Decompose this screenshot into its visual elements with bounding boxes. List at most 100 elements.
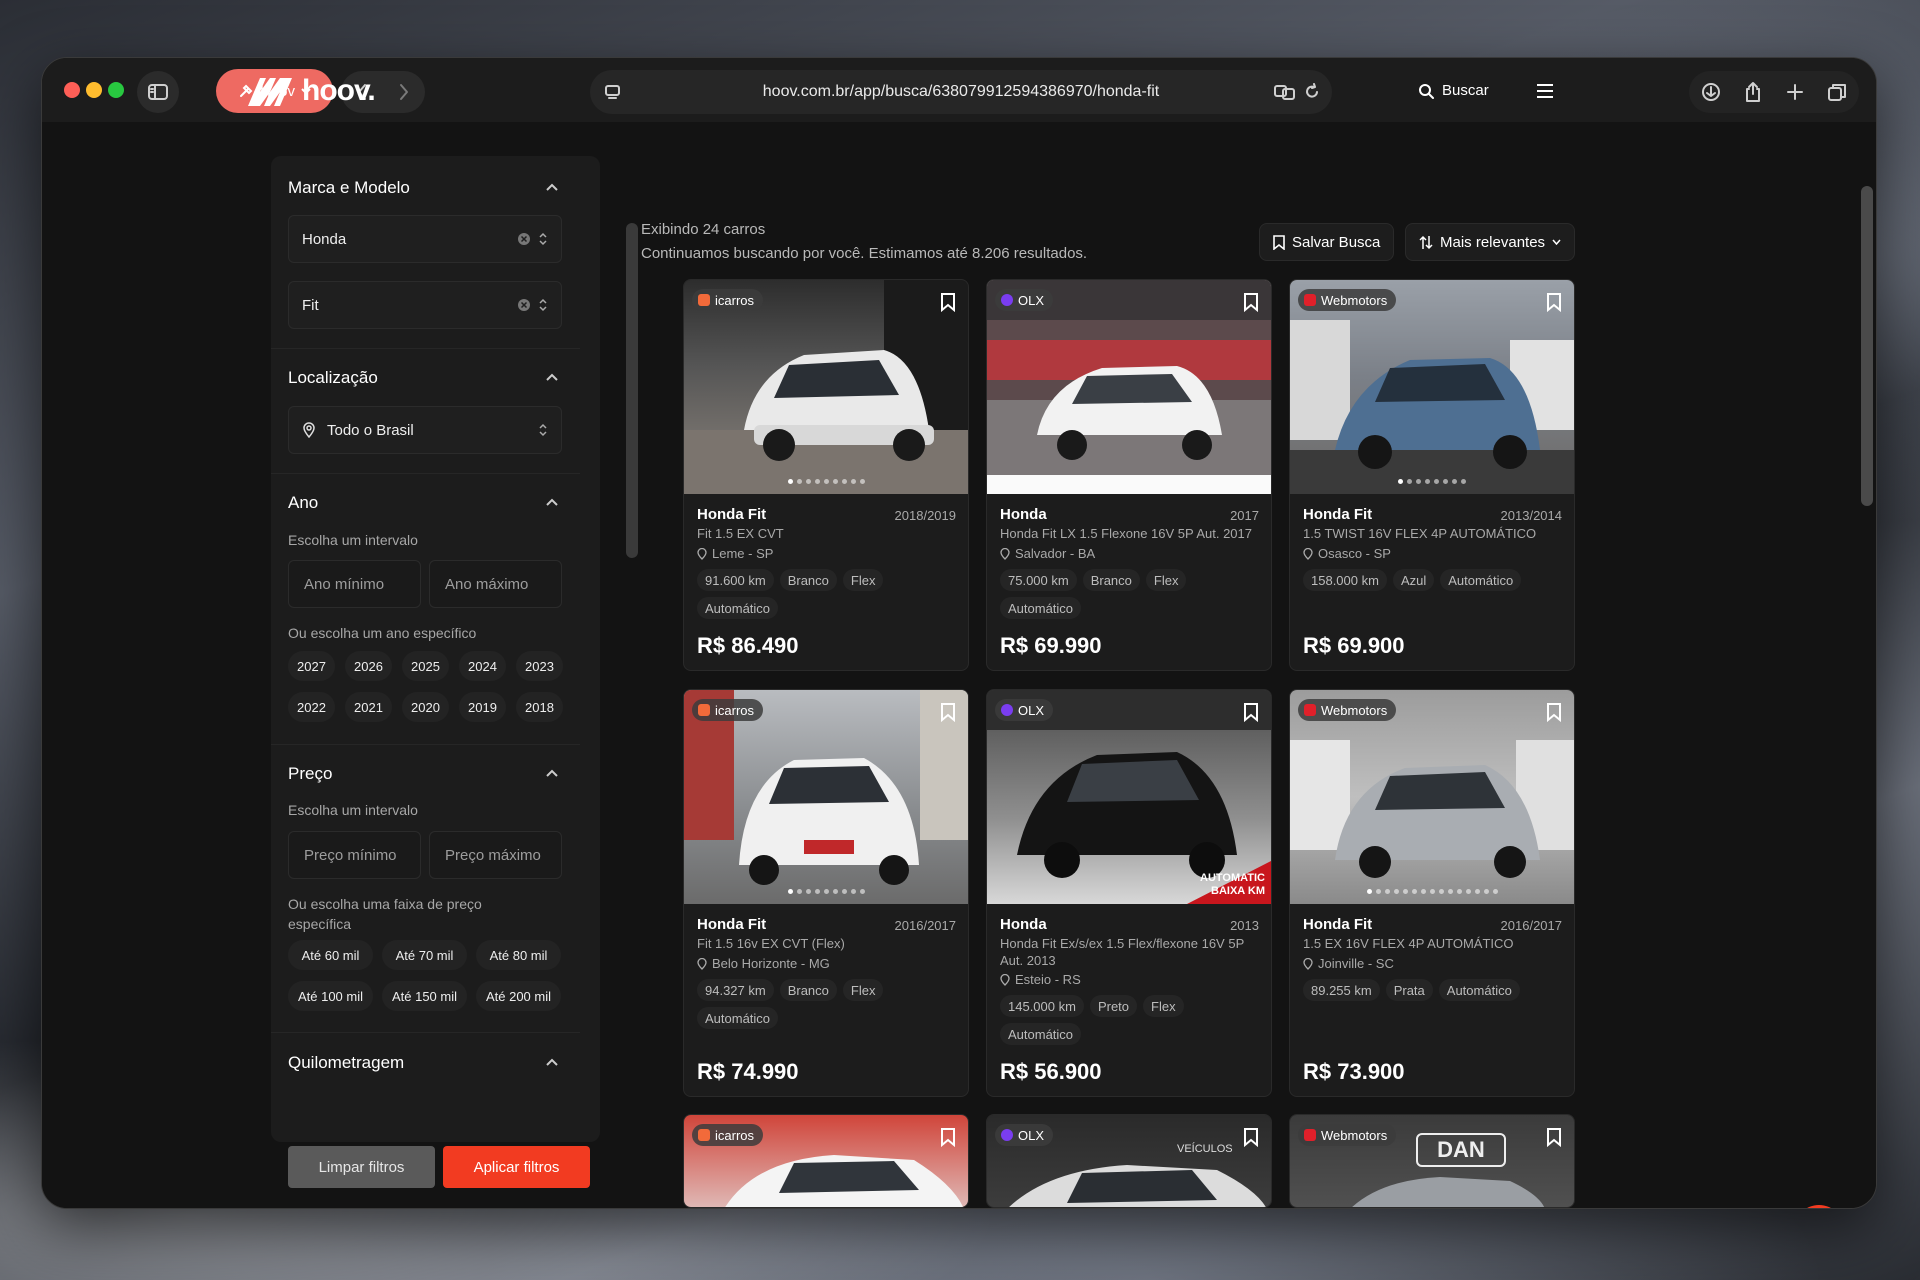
price-chip[interactable]: Até 100 mil xyxy=(288,981,373,1011)
price-max-input[interactable]: Preço máximo xyxy=(429,831,562,879)
hoov-logo[interactable]: hoov. xyxy=(246,74,376,108)
bookmark-icon[interactable] xyxy=(940,1127,956,1147)
car-photo[interactable]: VEÍCULOS OLX xyxy=(987,1115,1271,1207)
results-info: Exibindo 24 carros Continuamos buscando … xyxy=(641,218,1087,266)
bookmark-icon[interactable] xyxy=(1546,1127,1562,1147)
year-chip[interactable]: 2019 xyxy=(459,692,506,722)
bookmark-icon[interactable] xyxy=(1546,292,1562,312)
year-max-input[interactable]: Ano máximo xyxy=(429,560,562,608)
car-photo[interactable]: icarros xyxy=(684,690,968,904)
bookmark-icon[interactable] xyxy=(1546,702,1562,722)
car-card[interactable]: OLX Honda 2017 Honda Fit LX 1.5 Flexone … xyxy=(986,279,1272,671)
car-photo[interactable]: Webmotors xyxy=(1290,690,1574,904)
price-chip[interactable]: Até 70 mil xyxy=(382,940,467,970)
location-select[interactable]: Todo o Brasil xyxy=(288,406,562,454)
sort-dropdown[interactable]: Mais relevantes xyxy=(1405,223,1576,261)
bookmark-icon[interactable] xyxy=(940,292,956,312)
brand-select[interactable]: Honda xyxy=(288,215,562,263)
share-icon[interactable] xyxy=(1744,81,1762,103)
year-chip[interactable]: 2023 xyxy=(516,651,563,681)
year-chip[interactable]: 2027 xyxy=(288,651,335,681)
chevron-up-icon[interactable] xyxy=(546,769,558,777)
car-photo[interactable]: Webmotors xyxy=(1290,280,1574,494)
car-card[interactable]: VEÍCULOS OLX xyxy=(986,1114,1272,1208)
page-scrollbar[interactable] xyxy=(1861,186,1873,506)
price-chip[interactable]: Até 150 mil xyxy=(382,981,467,1011)
car-card[interactable]: icarros Honda Fit 2016/2017 Fit 1.5 16v … xyxy=(683,689,969,1097)
photo-overlay-text: AUTOMATIC BAIXA KM xyxy=(1200,872,1265,897)
download-icon[interactable] xyxy=(1701,82,1721,102)
maximize-window-button[interactable] xyxy=(108,82,124,98)
car-photo[interactable]: OLX xyxy=(987,280,1271,494)
car-year: 2018/2019 xyxy=(894,508,956,523)
price-chip[interactable]: Até 200 mil xyxy=(476,981,561,1011)
forward-arrow-icon[interactable] xyxy=(398,83,410,101)
color-tag: Prata xyxy=(1385,979,1433,1001)
filters-scrollbar[interactable] xyxy=(626,223,638,558)
car-year: 2017 xyxy=(1230,508,1259,523)
car-card[interactable]: icarros Honda Fit 2018/2019 Fit 1.5 EX C… xyxy=(683,279,969,671)
car-photo[interactable]: DAN Webmotors xyxy=(1290,1115,1574,1207)
bookmark-icon[interactable] xyxy=(940,702,956,722)
close-window-button[interactable] xyxy=(64,82,80,98)
chevron-up-icon[interactable] xyxy=(546,498,558,506)
year-chip[interactable]: 2020 xyxy=(402,692,449,722)
car-card[interactable]: DAN Webmotors xyxy=(1289,1114,1575,1208)
price-chip[interactable]: Até 60 mil xyxy=(288,940,373,970)
new-tab-icon[interactable] xyxy=(1786,83,1804,101)
hamburger-menu-icon[interactable] xyxy=(1536,83,1554,99)
car-year: 2013 xyxy=(1230,918,1259,933)
bookmark-icon[interactable] xyxy=(1243,292,1259,312)
clear-filters-button[interactable]: Limpar filtros xyxy=(288,1146,435,1188)
save-search-button[interactable]: Salvar Busca xyxy=(1259,223,1395,261)
photo-dots[interactable] xyxy=(684,479,968,484)
model-select[interactable]: Fit xyxy=(288,281,562,329)
year-min-input[interactable]: Ano mínimo xyxy=(288,560,421,608)
chevron-up-icon[interactable] xyxy=(546,373,558,381)
transmission-tag: Automático xyxy=(697,1007,779,1029)
car-price: R$ 69.900 xyxy=(1303,633,1405,658)
minimize-window-button[interactable] xyxy=(86,82,102,98)
car-card[interactable]: Webmotors Honda Fit 2013/2014 1.5 TWIST … xyxy=(1289,279,1575,671)
bookmark-icon[interactable] xyxy=(1243,702,1259,722)
year-chip[interactable]: 2018 xyxy=(516,692,563,722)
car-card[interactable]: Webmotors Honda Fit 2016/2017 1.5 EX 16V… xyxy=(1289,689,1575,1097)
year-chip[interactable]: 2026 xyxy=(345,651,392,681)
clear-icon[interactable] xyxy=(517,298,531,312)
divider xyxy=(271,348,580,349)
car-location: Esteio - RS xyxy=(1000,972,1081,987)
year-title: Ano xyxy=(288,493,319,512)
search-button[interactable]: Buscar xyxy=(1418,82,1489,99)
photo-dots[interactable] xyxy=(684,889,968,894)
year-chip[interactable]: 2021 xyxy=(345,692,392,722)
divider xyxy=(271,473,580,474)
car-photo[interactable]: icarros xyxy=(684,280,968,494)
year-chip[interactable]: 2025 xyxy=(402,651,449,681)
year-chip[interactable]: 2024 xyxy=(459,651,506,681)
photo-dots[interactable] xyxy=(1290,479,1574,484)
car-card[interactable]: OLX AUTOMATIC BAIXA KM Honda 2013 Honda … xyxy=(986,689,1272,1097)
address-bar[interactable]: hoov.com.br/app/busca/638079912594386970… xyxy=(590,70,1332,114)
year-chip[interactable]: 2022 xyxy=(288,692,335,722)
bookmark-icon[interactable] xyxy=(1243,1127,1259,1147)
reload-icon[interactable] xyxy=(1304,83,1320,101)
translate-icon[interactable] xyxy=(1274,83,1296,101)
car-price: R$ 56.900 xyxy=(1000,1059,1102,1084)
chevron-up-icon[interactable] xyxy=(546,183,558,191)
photo-dots[interactable] xyxy=(1290,889,1574,894)
chevron-up-icon[interactable] xyxy=(546,1058,558,1066)
tab-overview-icon[interactable] xyxy=(1827,82,1847,102)
apply-filters-button[interactable]: Aplicar filtros xyxy=(443,1146,590,1188)
car-photo[interactable]: icarros xyxy=(684,1115,968,1207)
sidebar-toggle-button[interactable] xyxy=(137,71,179,113)
price-min-input[interactable]: Preço mínimo xyxy=(288,831,421,879)
page-settings-icon[interactable] xyxy=(604,83,622,101)
price-chip[interactable]: Até 80 mil xyxy=(476,940,561,970)
car-card[interactable]: icarros xyxy=(683,1114,969,1208)
chat-button[interactable] xyxy=(1794,1205,1844,1208)
location-text: Esteio - RS xyxy=(1015,972,1081,987)
clear-icon[interactable] xyxy=(517,232,531,246)
car-photo[interactable]: OLX AUTOMATIC BAIXA KM xyxy=(987,690,1271,904)
car-location: Leme - SP xyxy=(697,546,773,561)
source-badge: Webmotors xyxy=(1298,699,1397,721)
